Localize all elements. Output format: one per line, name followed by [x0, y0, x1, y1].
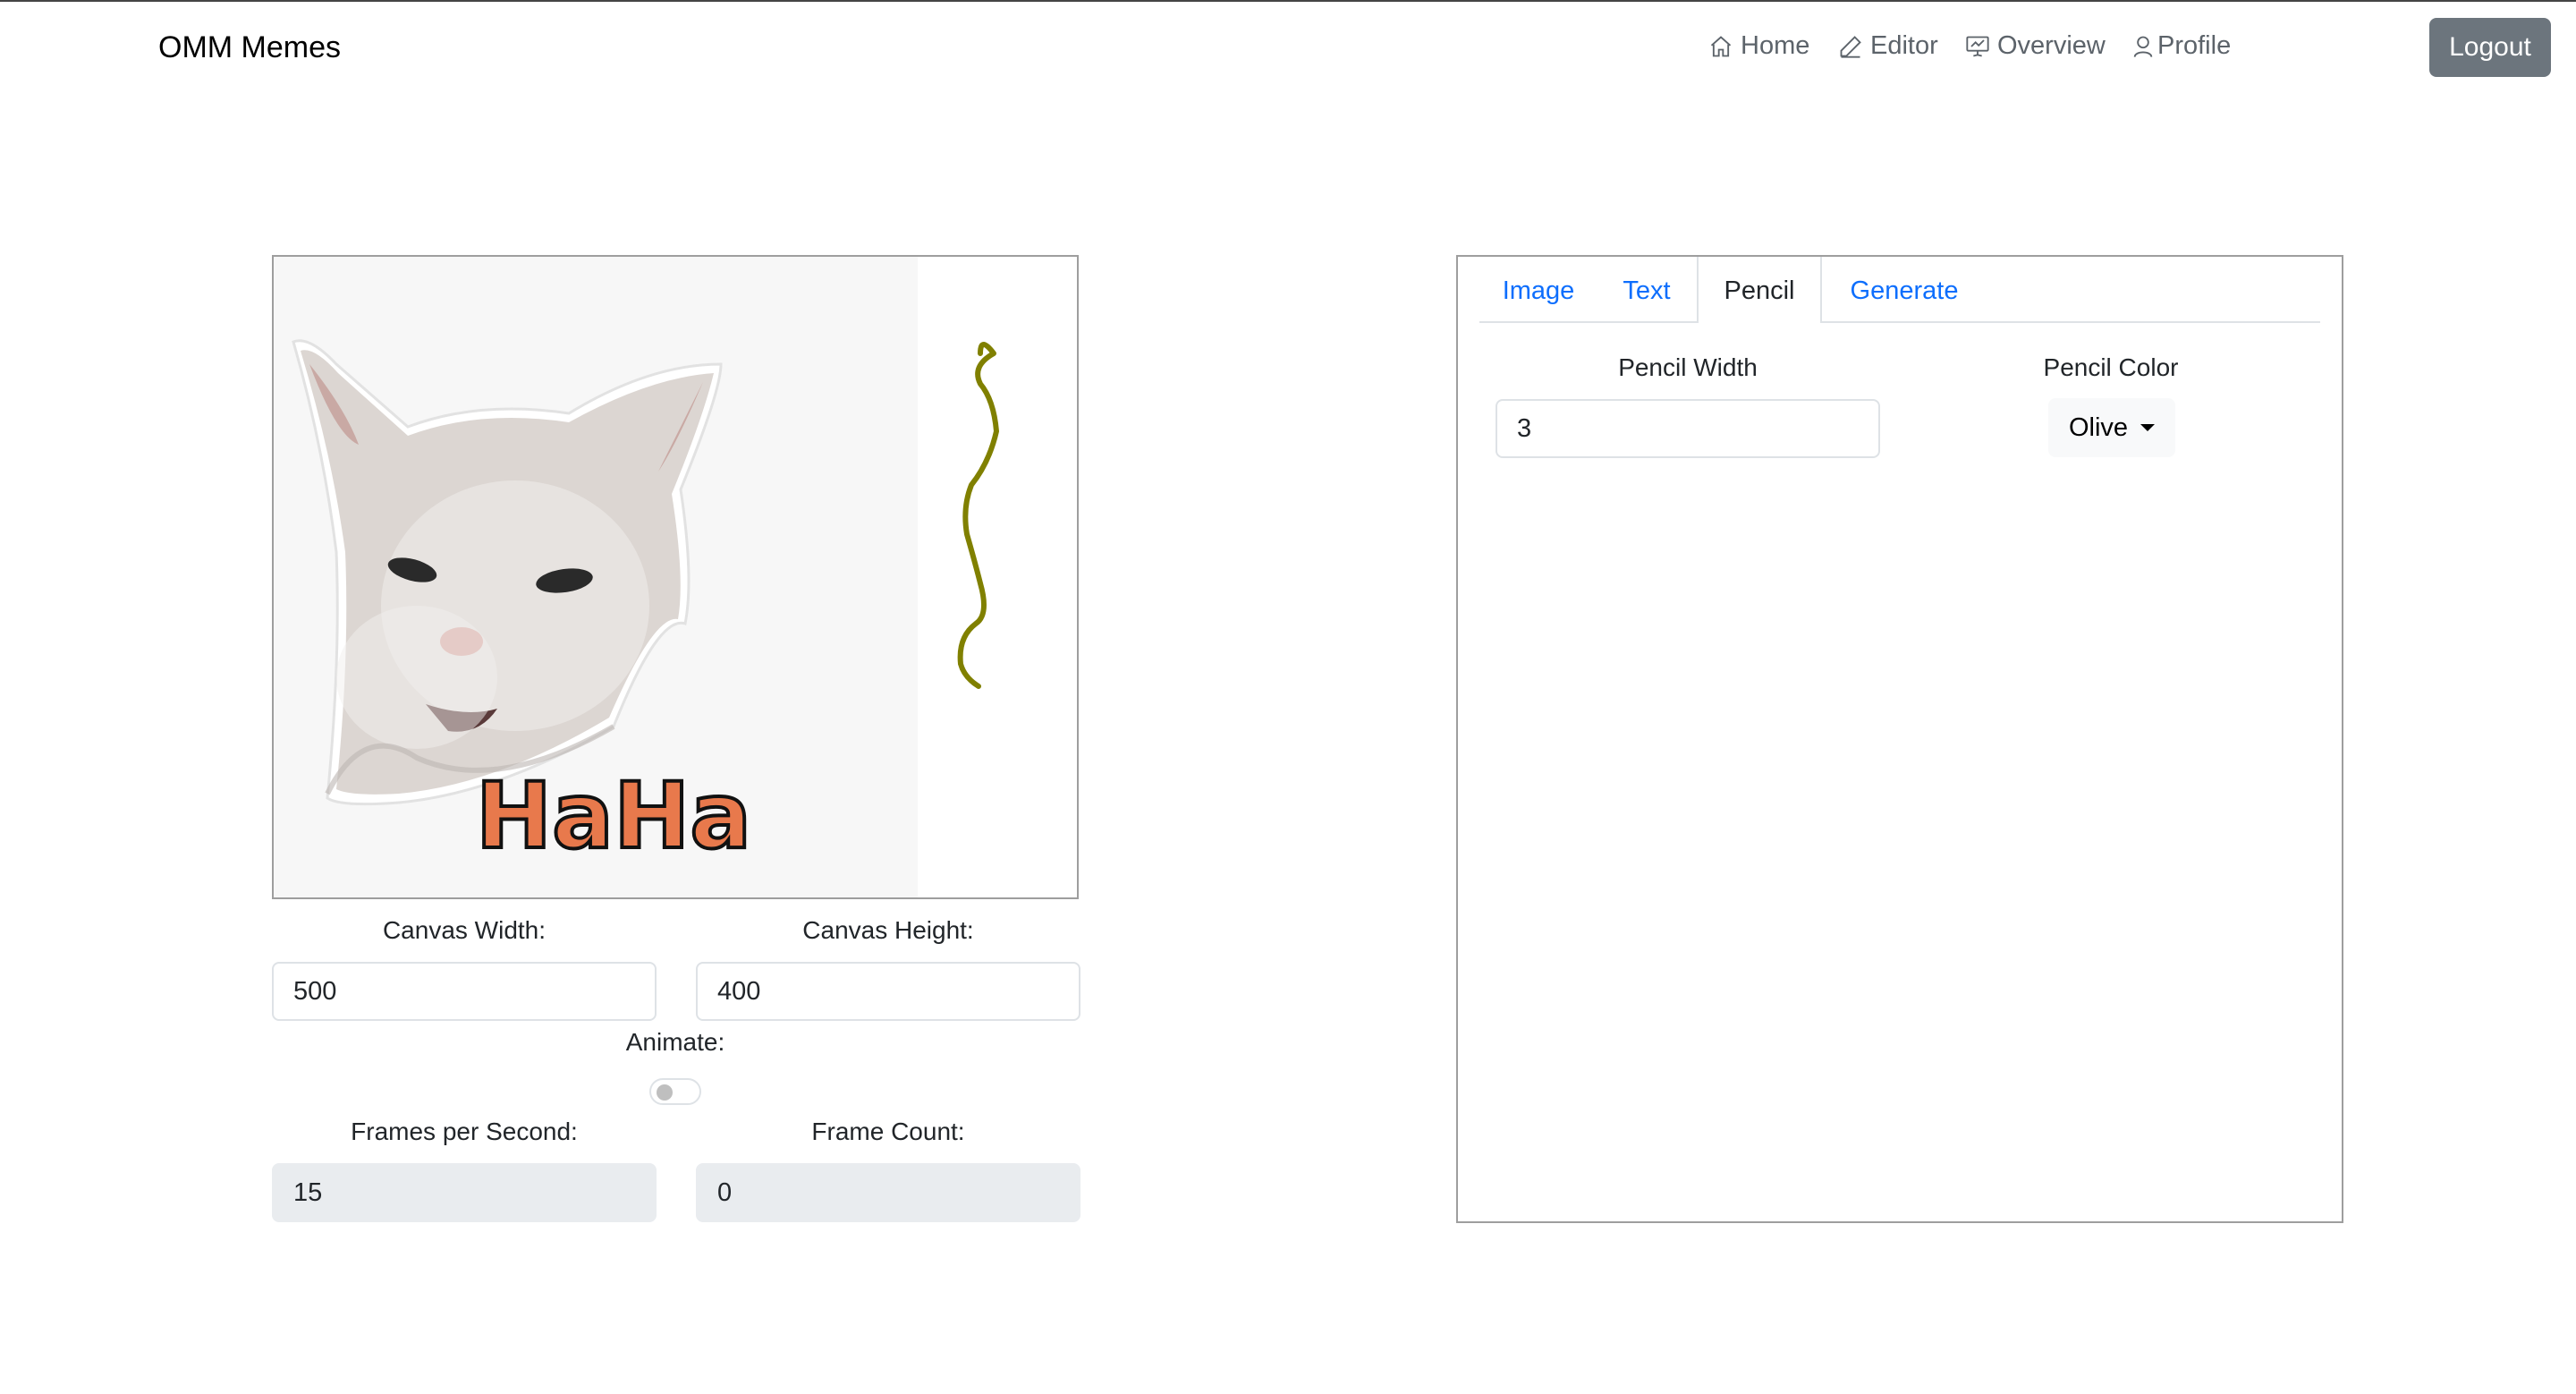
tool-tabs: Image Text Pencil Generate	[1479, 257, 2320, 323]
nav-home[interactable]: Home	[1708, 31, 1809, 61]
presentation-icon	[1966, 36, 1989, 56]
frame-count-label: Frame Count:	[811, 1118, 965, 1145]
nav-profile-label: Profile	[2157, 31, 2232, 60]
meme-canvas[interactable]: HaHa	[272, 255, 1079, 899]
nav-profile[interactable]: Profile	[2131, 31, 2231, 61]
canvas-width-label: Canvas Width:	[382, 916, 547, 944]
logout-button[interactable]: Logout	[2429, 18, 2551, 77]
pencil-icon	[1840, 35, 1861, 58]
fps-input	[272, 1163, 657, 1222]
caret-down-icon	[2140, 424, 2156, 431]
frame-count-input	[696, 1163, 1080, 1222]
pencil-color-dropdown[interactable]: Olive	[2048, 398, 2175, 457]
canvas-width-input[interactable]	[272, 962, 657, 1021]
tab-text[interactable]: Text	[1597, 257, 1696, 321]
tab-generate[interactable]: Generate	[1820, 257, 1988, 321]
canvas-height-input[interactable]	[696, 962, 1080, 1021]
tab-image[interactable]: Image	[1479, 257, 1597, 321]
pencil-color-label: Pencil Color	[2043, 353, 2179, 381]
animate-label: Animate:	[625, 1028, 725, 1056]
home-icon	[1710, 35, 1732, 56]
tab-pencil[interactable]: Pencil	[1697, 257, 1822, 323]
brand-logo[interactable]: OMM Memes	[158, 30, 341, 65]
nav-overview[interactable]: Overview	[1965, 31, 2106, 61]
animate-toggle[interactable]	[649, 1078, 701, 1105]
pencil-color-value: Olive	[2068, 412, 2129, 442]
canvas-drawing: HaHa	[274, 257, 999, 897]
nav-overview-label: Overview	[1997, 31, 2106, 60]
pencil-width-input[interactable]	[1496, 399, 1880, 458]
pencil-width-label: Pencil Width	[1618, 353, 1758, 381]
toggle-knob	[657, 1084, 673, 1101]
nav-editor-label: Editor	[1870, 31, 1938, 60]
tools-panel: Image Text Pencil Generate Pencil Width …	[1456, 255, 2343, 1223]
fps-label: Frames per Second:	[351, 1118, 578, 1145]
meme-text[interactable]: HaHa	[474, 761, 753, 871]
nav-editor[interactable]: Editor	[1838, 31, 1938, 61]
pencil-stroke	[957, 342, 999, 689]
person-icon	[2133, 36, 2153, 57]
nav-home-label: Home	[1741, 31, 1810, 60]
canvas-height-label: Canvas Height:	[802, 916, 974, 944]
